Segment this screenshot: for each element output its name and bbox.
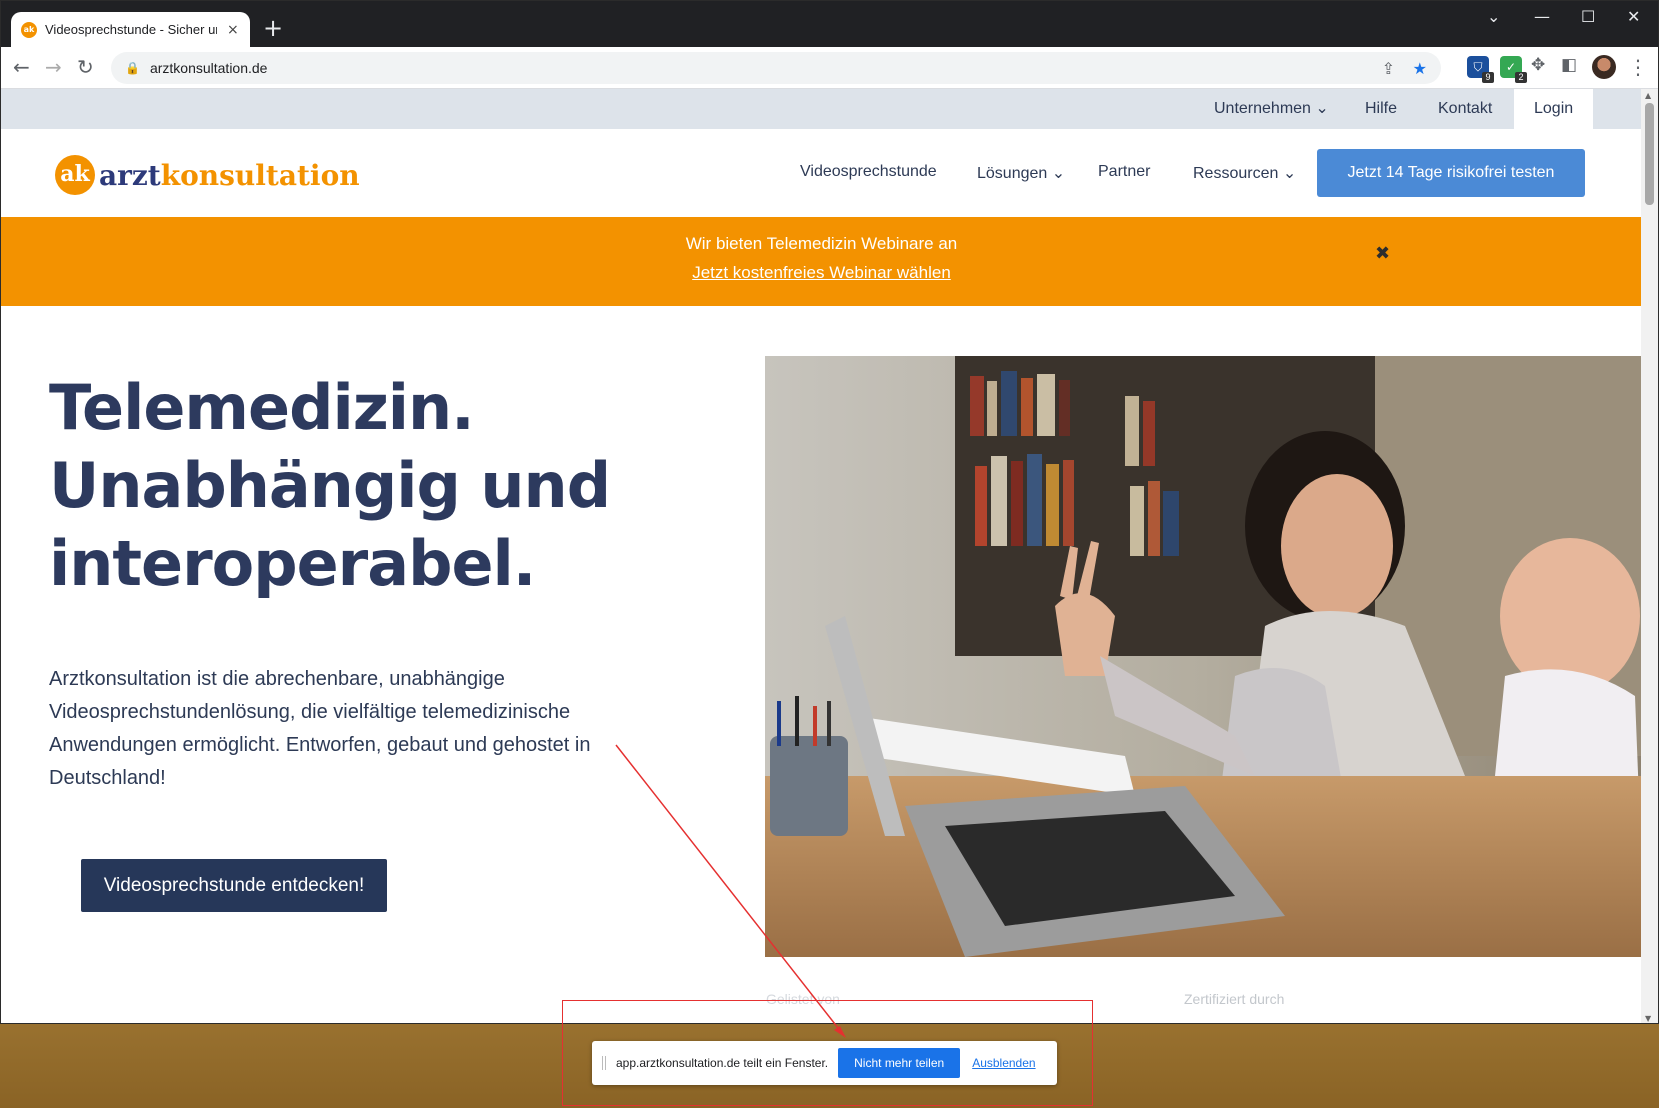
hero-title-line: Telemedizin. [49,371,475,444]
site-logo[interactable]: ak arzt konsultation [55,155,360,195]
maximize-button[interactable]: ☐ [1581,7,1595,26]
banner-close-icon[interactable]: ✖ [1375,243,1390,264]
logo-word-arzt: arzt [99,158,161,192]
url-text: arztkonsultation.de [149,60,268,76]
check-ext-icon[interactable]: ✓ 2 [1500,56,1527,83]
close-window-button[interactable]: ✕ [1627,7,1640,26]
profile-avatar[interactable] [1592,55,1616,79]
browser-window: ak Videosprechstunde - Sicher und × + ⌄ … [0,0,1659,1024]
nav-partner[interactable]: Partner [1098,163,1150,181]
page-scrollbar[interactable]: ▲ ▼ [1641,89,1658,1023]
webinar-banner: Wir bieten Telemedizin Webinare an Jetzt… [1,217,1642,306]
nav-ressourcen[interactable]: Ressourcen ⌄ [1193,163,1296,183]
lock-icon: 🔒 [125,61,140,75]
web-page: Unternehmen ⌄ Hilfe Kontakt Login ak arz… [1,89,1642,1023]
scroll-up-icon[interactable]: ▲ [1645,91,1651,100]
share-icon[interactable]: ⇪ [1382,59,1395,78]
tab-search-icon[interactable]: ⌄ [1487,7,1500,26]
hero-description: Arztkonsultation ist die abrechenbare, u… [49,668,591,789]
topbar-unternehmen[interactable]: Unternehmen ⌄ [1214,89,1329,129]
nav-videosprechstunde[interactable]: Videosprechstunde [800,163,937,181]
topbar-login[interactable]: Login [1514,89,1594,129]
site-favicon-icon: ak [21,21,37,38]
hero-title: Telemedizin. Unabhängig und interoperabe… [49,369,611,603]
browser-toolbar: ← → ↻ 🔒 arztkonsultation.de ⇪ ★ ⛉ 9 ✓ 2 ✥ … [1,47,1658,89]
hero-photo [765,356,1642,957]
address-bar[interactable]: 🔒 arztkonsultation.de ⇪ ★ [111,52,1441,84]
menu-kebab-icon[interactable]: ⋮ [1628,55,1648,79]
new-tab-button[interactable]: + [259,15,287,43]
logo-mark: ak [55,155,95,195]
minimize-button[interactable]: — [1534,7,1550,26]
annotation-box [562,1000,1093,1106]
logo-word-konsultation: konsultation [160,158,360,192]
bookmark-star-icon[interactable]: ★ [1413,59,1427,78]
utility-bar: Unternehmen ⌄ Hilfe Kontakt Login [1,89,1642,129]
tab-close-icon[interactable]: × [227,22,239,38]
reload-icon[interactable]: ↻ [77,55,94,79]
banner-text: Wir bieten Telemedizin Webinare an [685,234,958,253]
side-panel-icon[interactable]: ◧ [1561,55,1577,75]
extensions-puzzle-icon[interactable]: ✥ [1531,55,1545,75]
discover-button[interactable]: Videosprechstunde entdecken! [81,859,387,912]
back-icon[interactable]: ← [13,55,30,79]
hero-title-line: interoperabel. [49,527,536,600]
tab-strip: ak Videosprechstunde - Sicher und × + ⌄ … [1,1,1658,47]
scrollbar-thumb[interactable] [1645,103,1654,205]
hero-title-line: Unabhängig und [49,449,611,522]
trial-cta-button[interactable]: Jetzt 14 Tage risikofrei testen [1317,149,1585,197]
main-navigation: ak arzt konsultation Videosprechstunde Lö… [1,129,1642,217]
topbar-hilfe[interactable]: Hilfe [1365,89,1397,129]
scroll-down-icon[interactable]: ▼ [1645,1014,1651,1023]
banner-webinar-link[interactable]: Jetzt kostenfreies Webinar wählen [1,263,1642,283]
forward-icon[interactable]: → [45,55,62,79]
shield-ext-icon[interactable]: ⛉ 9 [1467,56,1494,83]
topbar-kontakt[interactable]: Kontakt [1438,89,1492,129]
nav-loesungen[interactable]: Lösungen ⌄ [977,163,1065,183]
browser-tab[interactable]: ak Videosprechstunde - Sicher und × [11,12,250,47]
certified-by-label: Zertifiziert durch [1184,991,1285,1007]
tab-title: Videosprechstunde - Sicher und [45,22,217,37]
